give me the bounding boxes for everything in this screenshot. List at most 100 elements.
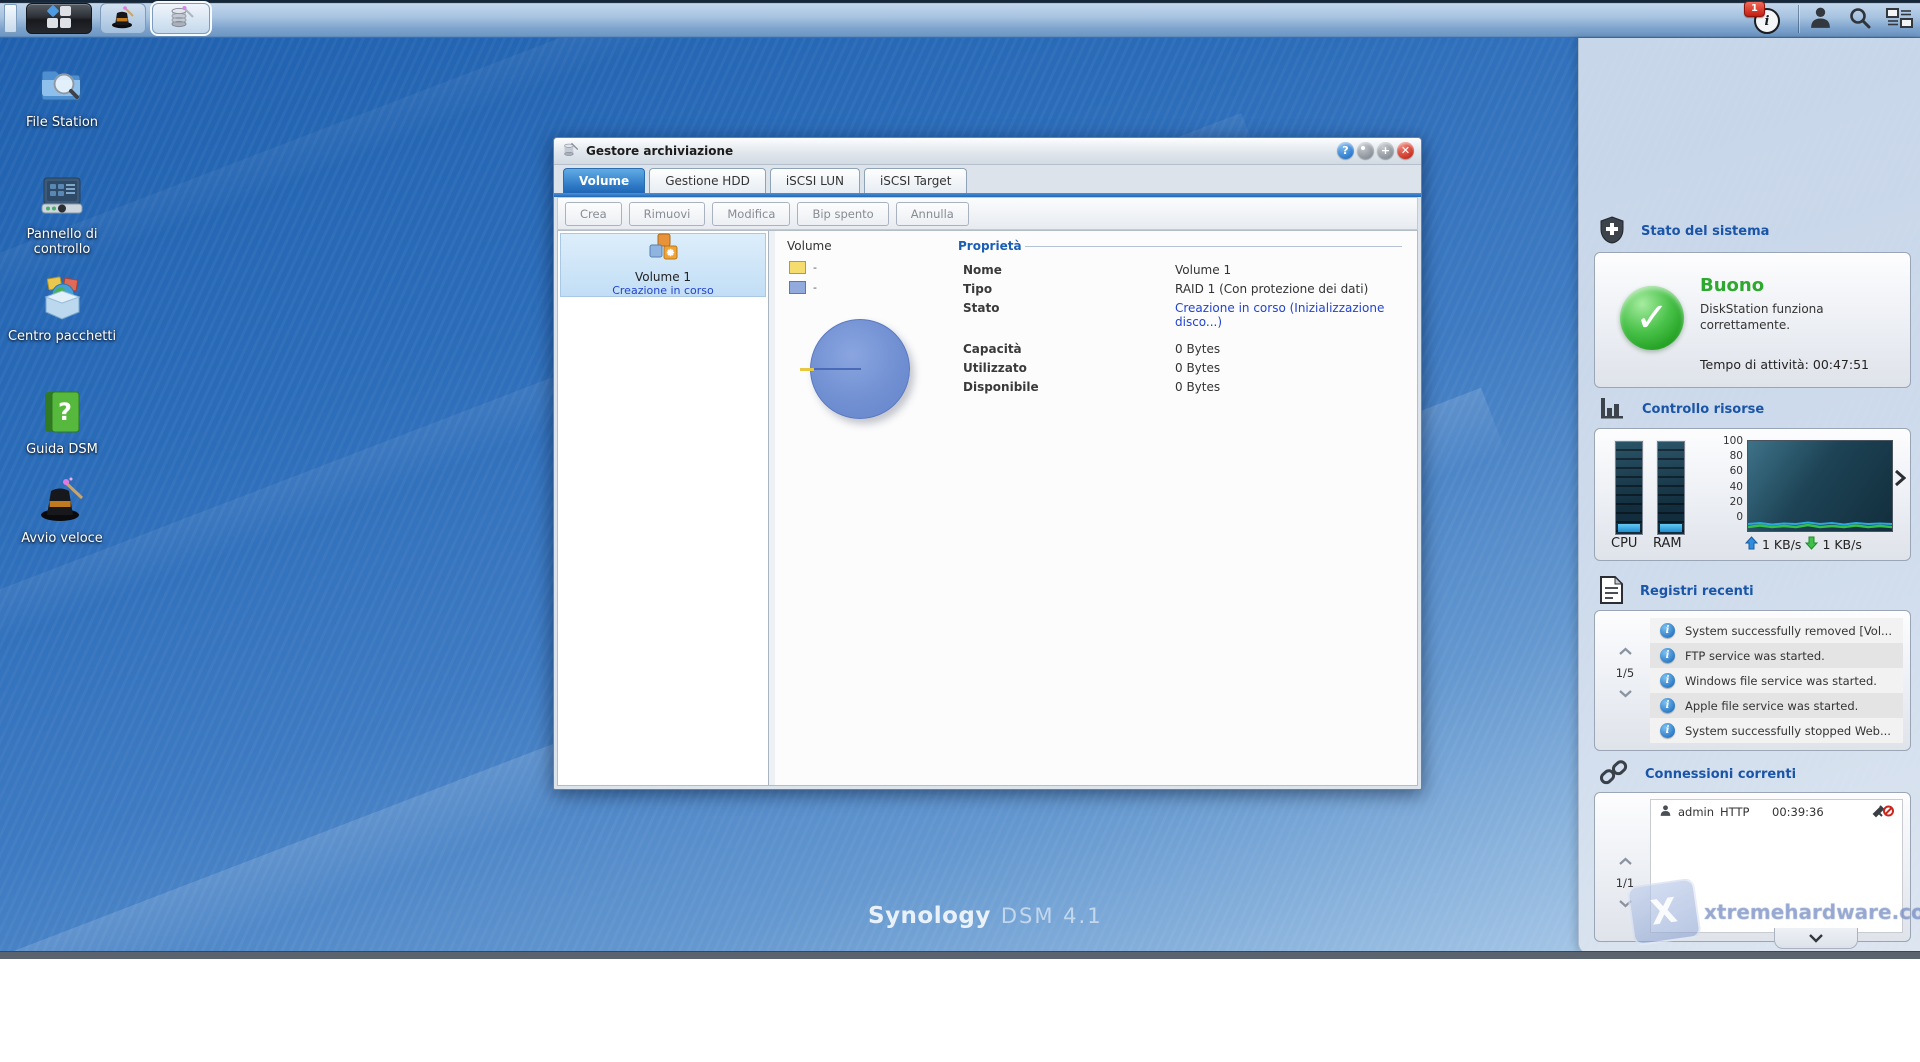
dsm-branding: Synology DSM 4.1 [868, 903, 1103, 929]
taskbar: i 1 [0, 0, 1920, 38]
properties-heading: Proprietà [958, 239, 1022, 253]
property-row: Disponibile 0 Bytes [963, 380, 1407, 394]
desktop-icon-guida-dsm[interactable]: ? Guida DSM [0, 389, 124, 457]
ram-meter [1657, 441, 1685, 535]
volume-usage-pie-chart [810, 319, 910, 419]
window-icon-storage-manager [562, 141, 579, 161]
properties-divider [1025, 246, 1402, 247]
taskbar-task-avvio-veloce[interactable] [100, 3, 146, 34]
shield-icon [1599, 216, 1625, 247]
chain-link-icon [1599, 758, 1629, 791]
screen-bottom-strip [0, 951, 1920, 959]
property-row: Tipo RAID 1 (Con protezione dei dati) [963, 282, 1407, 296]
property-row: Capacità 0 Bytes [963, 342, 1407, 356]
connection-protocol: HTTP [1720, 805, 1772, 819]
package-center-icon [0, 276, 124, 325]
window-gestore-archiviazione: Gestore archiviazione ? + ✕ Volume Gesti… [553, 137, 1422, 790]
pilot-view-icon [1886, 7, 1913, 32]
modifica-button[interactable]: Modifica [712, 202, 790, 226]
user-menu-button[interactable] [1808, 0, 1844, 38]
uptime-text: Tempo di attività: 00:47:51 [1700, 357, 1869, 372]
dsm-help-icon: ? [0, 389, 124, 438]
tab-iscsi-target[interactable]: iSCSI Target [864, 168, 967, 193]
window-maximize-button[interactable]: + [1377, 142, 1394, 159]
connection-time: 00:39:36 [1772, 805, 1844, 819]
connections-pager-up[interactable] [1618, 855, 1633, 869]
log-row[interactable]: iFTP service was started. [1650, 643, 1903, 668]
tab-gestione-hdd[interactable]: Gestione HDD [649, 168, 766, 193]
photo-watermark: X xtremehardware.com [1630, 882, 1920, 942]
window-close-button[interactable]: ✕ [1397, 142, 1414, 159]
resource-monitor-expand-arrow[interactable] [1894, 469, 1906, 490]
connection-user: admin [1678, 805, 1720, 819]
legend-item-used: - [789, 261, 817, 274]
taskbar-separator [1798, 5, 1799, 33]
volume-list: Volume 1 Creazione in corso [558, 231, 769, 785]
disconnect-icon[interactable] [1872, 803, 1894, 821]
connection-row: admin HTTP 00:39:36 [1651, 800, 1902, 824]
window-titlebar[interactable]: Gestore archiviazione ? + ✕ [554, 138, 1421, 165]
legend-swatch-blue [789, 281, 806, 294]
pilot-view-button[interactable] [1886, 0, 1918, 38]
widget-header-recent-logs: Registri recenti [1599, 576, 1754, 607]
tab-strip: Volume Gestione HDD iSCSI LUN iSCSI Targ… [554, 164, 1421, 193]
svg-text:?: ? [58, 398, 72, 426]
window-help-button[interactable]: ? [1337, 142, 1354, 159]
volume-list-item[interactable]: Volume 1 Creazione in corso [560, 233, 766, 297]
annulla-button[interactable]: Annulla [896, 202, 969, 226]
log-row[interactable]: iSystem successfully stopped Web... [1650, 718, 1903, 743]
logs-pager-down[interactable] [1618, 687, 1633, 701]
tab-volume[interactable]: Volume [563, 168, 645, 193]
legend-item-free: - [789, 281, 817, 294]
info-icon: i [1660, 673, 1675, 688]
show-desktop-button[interactable] [4, 4, 17, 33]
desktop-icon-pannello-di-controllo[interactable]: Pannello di controllo [0, 174, 124, 257]
property-row: Stato Creazione in corso (Inizializzazio… [963, 301, 1407, 329]
desktop-icon-label: Avvio veloce [0, 531, 124, 546]
widget-header-system-status: Stato del sistema [1599, 216, 1769, 247]
quick-start-icon [0, 476, 124, 527]
search-button[interactable] [1848, 0, 1882, 38]
file-station-icon [0, 64, 124, 111]
tab-iscsi-lun[interactable]: iSCSI LUN [770, 168, 860, 193]
log-row[interactable]: iApple file service was started. [1650, 693, 1903, 718]
status-ok-icon: ✓ [1620, 286, 1684, 350]
cpu-meter [1615, 441, 1643, 535]
graph-y-axis: 100806040200 [1703, 435, 1743, 526]
desktop-icon-avvio-veloce[interactable]: Avvio veloce [0, 476, 124, 546]
log-list: iSystem successfully removed [Vol... iFT… [1650, 618, 1903, 743]
window-minimize-button[interactable] [1357, 142, 1374, 159]
log-document-icon [1599, 576, 1624, 607]
download-speed: 1 KB/s [1822, 537, 1861, 552]
user-silhouette-icon [1659, 804, 1672, 820]
cpu-meter-fill [1618, 524, 1640, 532]
network-graph [1747, 440, 1893, 532]
bar-chart-icon [1599, 396, 1626, 423]
volume-cubes-icon [645, 233, 681, 268]
log-row[interactable]: iWindows file service was started. [1650, 668, 1903, 693]
bip-spento-button[interactable]: Bip spento [797, 202, 888, 226]
info-icon: i [1660, 723, 1675, 738]
notification-badge: 1 [1744, 1, 1765, 17]
crea-button[interactable]: Crea [565, 202, 622, 226]
desktop-icon-label: Pannello di controllo [0, 227, 124, 257]
info-icon: i [1660, 698, 1675, 713]
log-row[interactable]: iSystem successfully removed [Vol... [1650, 618, 1903, 643]
rimuovi-button[interactable]: Rimuovi [629, 202, 706, 226]
taskbar-task-gestore-archiviazione[interactable] [152, 3, 210, 34]
desktop-icon-label: File Station [0, 115, 124, 130]
notifications-button[interactable]: i 1 [1748, 0, 1792, 38]
main-menu-button[interactable] [26, 3, 92, 34]
logs-pager-up[interactable] [1618, 645, 1633, 659]
network-speed-row: 1 KB/s 1 KB/s [1745, 536, 1862, 553]
desktop-icon-file-station[interactable]: File Station [0, 64, 124, 130]
main-menu-icon [44, 4, 74, 33]
desktop-icon-centro-pacchetti[interactable]: Centro pacchetti [0, 276, 124, 344]
logs-pager-count: 1/5 [1607, 666, 1643, 680]
window-content: Volume 1 Creazione in corso Volume - - P… [557, 230, 1418, 786]
resource-monitor-widget: CPU RAM 100806040200 1 KB/s 1 KB/s [1594, 428, 1911, 561]
upload-speed: 1 KB/s [1762, 537, 1801, 552]
window-toolbar: Crea Rimuovi Modifica Bip spento Annulla [557, 197, 1418, 230]
volume-detail-panel: Volume - - Proprietà Nome Volume 1 [775, 231, 1417, 785]
control-panel-icon [0, 174, 124, 223]
